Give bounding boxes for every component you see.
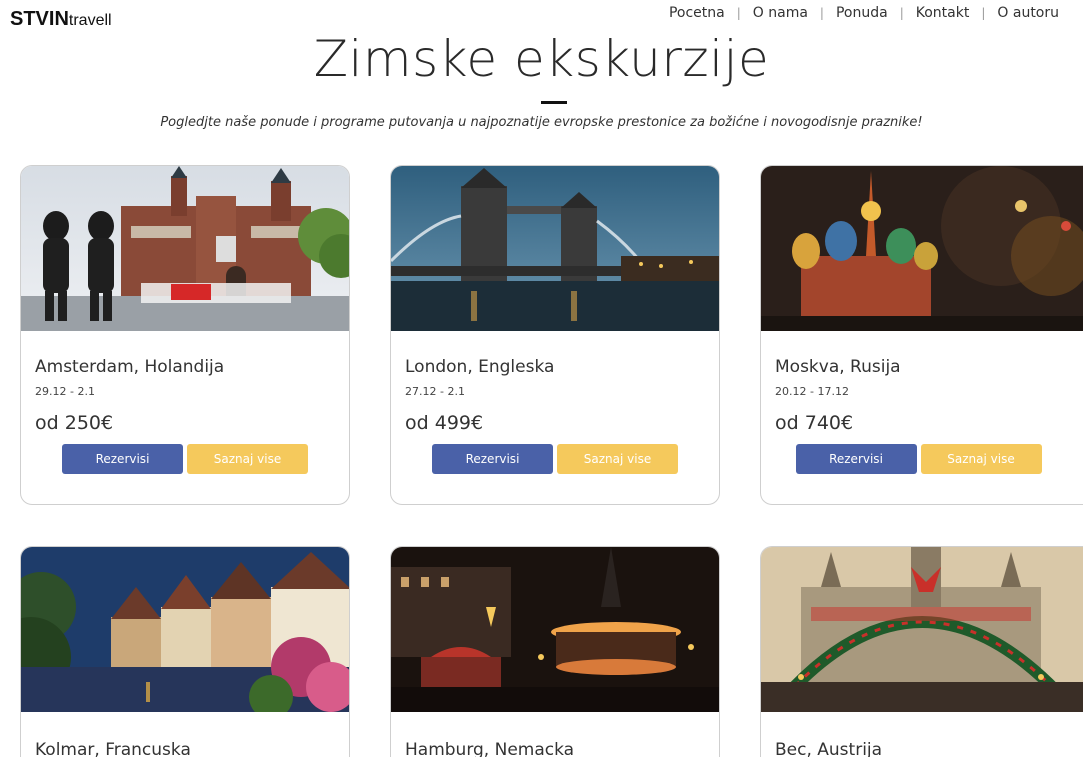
learn-more-button[interactable]: Saznaj vise <box>187 444 308 474</box>
tour-photo-amsterdam[interactable] <box>21 166 349 331</box>
reserve-button[interactable]: Rezervisi <box>432 444 553 474</box>
tour-name: London, Engleska <box>405 357 555 377</box>
reserve-button[interactable]: Rezervisi <box>62 444 183 474</box>
tour-photo-moskva[interactable] <box>761 166 1083 331</box>
page-title: Zimske ekskurzije <box>313 30 770 88</box>
tour-price: od 740€ <box>775 412 854 434</box>
logo-thin: travell <box>68 12 112 29</box>
tour-price: od 499€ <box>405 412 484 434</box>
tour-name: Moskva, Rusija <box>775 357 901 377</box>
tour-name: Bec, Austrija <box>775 740 883 757</box>
title-underline <box>541 101 567 104</box>
tour-name: Amsterdam, Holandija <box>35 357 225 377</box>
reserve-button[interactable]: Rezervisi <box>795 444 917 474</box>
logo-bold: STVIN <box>10 8 69 30</box>
tour-dates: 27.12 - 2.1 <box>405 385 465 398</box>
main-nav: Pocetna | O nama | Ponuda | Kontakt | O … <box>657 5 1071 21</box>
tour-dates: 29.12 - 2.1 <box>35 385 95 398</box>
tour-photo-london[interactable] <box>391 166 719 331</box>
tour-card-hamburg: Hamburg, Nemacka <box>390 546 720 757</box>
tour-dates: 20.12 - 17.12 <box>775 385 849 398</box>
tour-card-amsterdam: Amsterdam, Holandija 29.12 - 2.1 od 250€… <box>20 165 350 505</box>
learn-more-button[interactable]: Saznaj vise <box>920 444 1042 474</box>
tour-price: od 250€ <box>35 412 114 434</box>
site-logo[interactable]: STVINtravell <box>10 8 112 31</box>
tour-photo-hamburg[interactable] <box>391 547 719 712</box>
nav-item-pocetna[interactable]: Pocetna <box>657 5 737 21</box>
tour-photo-bec[interactable] <box>761 547 1083 712</box>
page-subtitle: Pogledjte naše ponude i programe putovan… <box>160 115 923 130</box>
nav-item-o-autoru[interactable]: O autoru <box>985 5 1071 21</box>
tour-name: Kolmar, Francuska <box>35 740 191 757</box>
tour-name: Hamburg, Nemacka <box>405 740 575 757</box>
nav-item-ponuda[interactable]: Ponuda <box>824 5 900 21</box>
tour-photo-kolmar[interactable] <box>21 547 349 712</box>
nav-item-kontakt[interactable]: Kontakt <box>904 5 982 21</box>
tour-card-moskva: Moskva, Rusija 20.12 - 17.12 od 740€ Rez… <box>760 165 1083 505</box>
nav-item-o-nama[interactable]: O nama <box>741 5 820 21</box>
learn-more-button[interactable]: Saznaj vise <box>557 444 678 474</box>
tour-card-kolmar: Kolmar, Francuska <box>20 546 350 757</box>
tour-card-bec: Bec, Austrija <box>760 546 1083 757</box>
tour-card-london: London, Engleska 27.12 - 2.1 od 499€ Rez… <box>390 165 720 505</box>
